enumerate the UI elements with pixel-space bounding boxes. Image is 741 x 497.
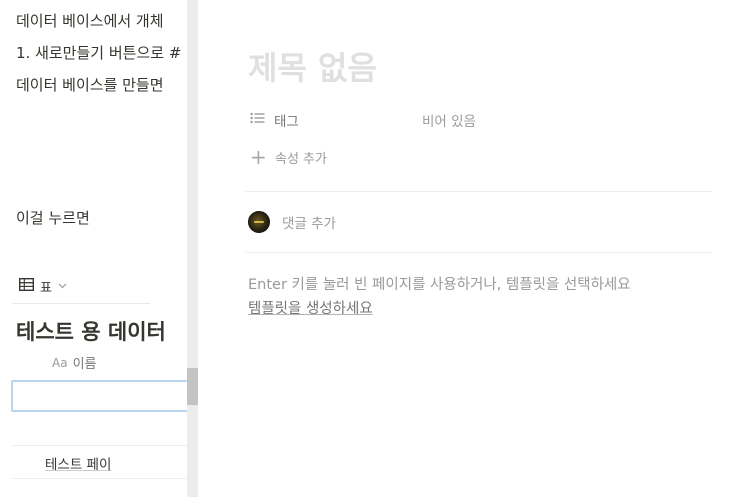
column-header-name[interactable]: Aa 이름: [52, 353, 97, 373]
add-property-button[interactable]: + 속성 추가: [250, 147, 327, 167]
chevron-down-icon: [58, 281, 67, 292]
property-value-empty[interactable]: 비어 있음: [422, 110, 476, 130]
scrollbar-thumb[interactable]: [187, 368, 198, 405]
page-title-input[interactable]: 제목 없음: [248, 43, 377, 89]
column-header-label: 이름: [72, 357, 97, 372]
background-page: 데이터 베이스에서 개체 1. 새로만들기 버튼으로 # 데이터 베이스를 만들…: [0, 0, 190, 497]
avatar: [248, 211, 270, 233]
divider: [245, 191, 712, 192]
view-label: 표: [40, 280, 52, 296]
text-block[interactable]: 데이터 베이스를 만들면: [16, 74, 164, 95]
add-property-label: 속성 추가: [275, 151, 327, 167]
text-block[interactable]: 이걸 누르면: [16, 207, 90, 228]
create-template-link[interactable]: 템플릿을 생성하세요: [248, 297, 373, 318]
divider: [245, 252, 712, 253]
app-window: 데이터 베이스에서 개체 1. 새로만들기 버튼으로 # 데이터 베이스를 만들…: [0, 0, 741, 497]
row-divider: [12, 478, 190, 479]
view-switcher[interactable]: 표: [18, 276, 67, 296]
database-title[interactable]: 테스트 용 데이터: [16, 316, 166, 346]
divider: [12, 303, 150, 304]
table-icon: [18, 277, 35, 295]
plus-icon: +: [250, 145, 267, 169]
empty-page-hint: Enter 키를 눌러 빈 페이지를 사용하거나, 템플릿을 선택하세요: [248, 277, 631, 293]
list-icon: [250, 112, 266, 128]
text-type-icon: Aa: [52, 355, 68, 370]
property-name: 태그: [274, 114, 299, 130]
table-row[interactable]: 테스트 페이: [45, 453, 111, 473]
page-peek-panel: 제목 없음 태그 비어 있음 + 속성 추가 댓글 추가 Enter 키를 눌러…: [198, 0, 741, 497]
text-block[interactable]: 데이터 베이스에서 개체: [16, 10, 164, 31]
comment-placeholder: 댓글 추가: [282, 216, 336, 232]
scrollbar-track[interactable]: [187, 0, 198, 497]
new-row-cell[interactable]: [11, 380, 190, 412]
text-block[interactable]: 1. 새로만들기 버튼으로 #: [16, 42, 181, 63]
row-divider: [12, 445, 190, 446]
property-tags[interactable]: 태그: [250, 110, 299, 130]
comment-input[interactable]: 댓글 추가: [248, 211, 336, 233]
